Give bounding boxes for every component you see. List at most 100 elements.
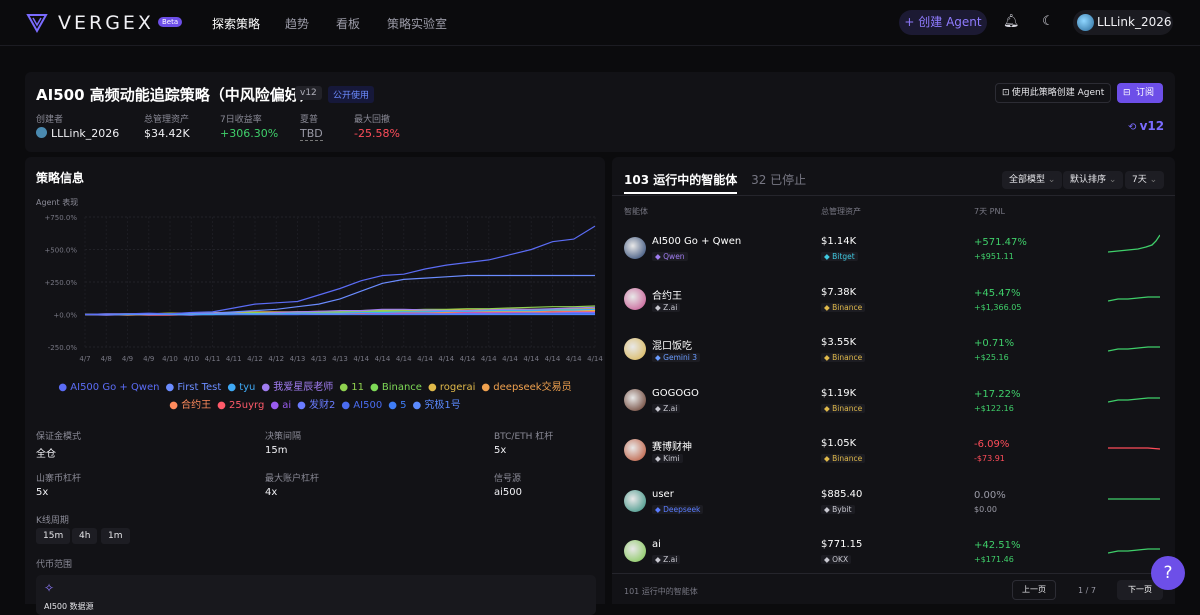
legend-item[interactable]: ● 究极1号 xyxy=(412,400,460,411)
column-header-pnl: 7天 PNL xyxy=(974,207,1005,216)
agent-row[interactable]: 混口饭吃 ◆ Gemini 3 $3.55K ◆ Binance +0.71% +$25.… xyxy=(612,331,1175,381)
pnl-value: $0.00 xyxy=(974,504,997,514)
legend-item[interactable]: ● AI500 Go + Qwen xyxy=(58,382,159,393)
username: LLLink_2026 xyxy=(1097,15,1172,29)
y-tick-label: +750.0% xyxy=(44,214,77,222)
meta-value-7d-return: +306.30% xyxy=(220,127,279,140)
use-strategy-create-agent-button[interactable]: ⊡ 使用此策略创建 Agent xyxy=(995,83,1111,103)
tab-running[interactable]: 103 运行中的智能体 xyxy=(624,173,738,194)
exchange-badge: ◆ Binance xyxy=(821,403,866,413)
help-button[interactable]: ? xyxy=(1151,556,1185,590)
legend-item[interactable]: ● tyu xyxy=(227,382,255,393)
agent-tabs: 103 运行中的智能体 32 已停止 xyxy=(624,171,806,194)
legend-item[interactable]: ● deepseek交易员 xyxy=(481,382,571,393)
agent-name[interactable]: AI500 Go + Qwen xyxy=(652,236,741,247)
config-label-signal-source: 信号源 xyxy=(494,474,522,484)
create-agent-button[interactable]: + 创建 Agent xyxy=(899,10,987,35)
pnl-sparkline xyxy=(1108,447,1160,450)
agent-aum: $3.55K xyxy=(821,337,857,348)
agent-performance-chart[interactable]: +750.0% +500.0% +250.0% +0.0% -250.0%4/7 4/8 4… xyxy=(25,207,605,377)
kline-chip-1m[interactable]: 1m xyxy=(101,528,130,544)
legend-item[interactable]: ● rogerai xyxy=(428,382,475,393)
agent-row[interactable]: 赛博财神 ◆ Kimi $1.05K ◆ Binance -6.09% -$73.91 xyxy=(612,432,1175,482)
meta-label-aum: 总管理资产 xyxy=(144,115,190,125)
sparkline-path xyxy=(1108,548,1160,554)
kline-chip-4h[interactable]: 4h xyxy=(72,528,98,544)
meta-value-aum: $34.42K xyxy=(144,127,190,140)
meta-label-max-drawdown: 最大回撤 xyxy=(354,115,391,125)
pnl-value: +$122.16 xyxy=(974,403,1014,413)
token-item: AI500 数据源 xyxy=(44,602,94,611)
legend-item[interactable]: ● AI500 xyxy=(341,400,382,411)
nav-trends[interactable]: 趋势 xyxy=(285,15,309,32)
legend-item[interactable]: ● Binance xyxy=(370,382,422,393)
model-name: Qwen xyxy=(663,252,685,261)
x-tick-label: 4/14 xyxy=(353,355,369,363)
model-badge: ◆ Gemini 3 xyxy=(652,353,700,362)
nav-dashboard[interactable]: 看板 xyxy=(336,15,360,32)
history-icon: ⟲ xyxy=(1128,122,1140,133)
meta-value-creator[interactable]: LLLink_2026 xyxy=(36,127,119,140)
brand-name[interactable]: VERGEX xyxy=(58,12,154,34)
legend-item[interactable]: ● 5 xyxy=(388,400,406,411)
chevron-down-icon: ⌄ xyxy=(1149,175,1158,185)
bell-icon[interactable]: 🔔︎ xyxy=(1003,14,1020,30)
model-name: Deepseek xyxy=(663,504,701,514)
pnl-value: -$73.91 xyxy=(974,454,1005,463)
legend-item[interactable]: ● 发财2 xyxy=(297,400,335,411)
legend-item[interactable]: ● 11 xyxy=(339,382,364,393)
agent-name[interactable]: 赛博财神 xyxy=(652,438,692,453)
model-name: Kimi xyxy=(663,454,680,463)
tab-stopped[interactable]: 32 已停止 xyxy=(751,173,806,187)
x-tick-label: 4/13 xyxy=(290,355,306,363)
agent-row[interactable]: user ◆ Deepseek $885.40 ◆ Bybit 0.00% $0.00 xyxy=(612,483,1175,533)
x-tick-label: 4/9 xyxy=(122,355,133,363)
kline-label: K线周期 xyxy=(36,516,69,526)
pnl-sparkline xyxy=(1108,396,1160,403)
vergex-logo-icon[interactable] xyxy=(26,12,48,34)
agent-row[interactable]: AI500 Go + Qwen ◆ Qwen $1.14K ◆ Bitget +571.… xyxy=(612,230,1175,280)
model-badge: ◆ Z.ai xyxy=(652,302,681,312)
agent-avatar xyxy=(624,338,646,360)
token-range-box: ✧ AI500 数据源 xyxy=(36,575,596,615)
config-value-interval: 15m xyxy=(265,445,288,456)
creator-name: LLLink_2026 xyxy=(51,127,120,140)
legend-item[interactable]: ● 我爱星辰老师 xyxy=(261,382,333,393)
subscribe-button[interactable]: ⊟ 订阅 xyxy=(1117,83,1163,103)
meta-label-7d-return: 7日收益率 xyxy=(220,115,262,125)
moon-icon[interactable]: ☾ xyxy=(1040,14,1056,30)
agent-row[interactable]: GOGOGO ◆ Z.ai $1.19K ◆ Binance +17.22% +$122.… xyxy=(612,382,1175,432)
agent-avatar xyxy=(624,489,646,512)
agent-name[interactable]: 合约王 xyxy=(652,287,682,302)
exchange-badge: ◆ Binance xyxy=(821,302,866,312)
pnl-percent: +42.51% xyxy=(974,540,1021,551)
agent-name[interactable]: 混口饭吃 xyxy=(652,337,692,352)
x-tick-label: 4/14 xyxy=(502,355,518,363)
pnl-percent: +45.47% xyxy=(974,287,1021,299)
legend-item[interactable]: ● First Test xyxy=(165,382,221,393)
legend-item[interactable]: ● ai xyxy=(270,400,291,411)
pnl-percent: +17.22% xyxy=(974,388,1021,400)
agent-row[interactable]: 合约王 ◆ Z.ai $7.38K ◆ Binance +45.47% +$1,366.0… xyxy=(612,281,1175,331)
nav-strategy-lab[interactable]: 策略实验室 xyxy=(387,15,447,32)
agent-name[interactable]: GOGOGO xyxy=(652,388,699,399)
agent-name[interactable]: user xyxy=(652,489,674,500)
chevron-down-icon: ⌄ xyxy=(1047,175,1056,185)
x-tick-label: 4/14 xyxy=(375,355,391,363)
kline-chip-15m[interactable]: 15m xyxy=(36,528,71,544)
legend-item[interactable]: ● 合约王 xyxy=(169,400,211,411)
model-filter-label: 全部模型 xyxy=(1009,175,1046,185)
model-filter-dropdown[interactable]: 全部模型 ⌄ xyxy=(1002,171,1063,189)
prev-page-button[interactable]: 上一页 xyxy=(1012,580,1056,600)
legend-item[interactable]: ● 25uyrg xyxy=(217,400,264,411)
period-dropdown[interactable]: 7天 ⌄ xyxy=(1125,171,1165,189)
agent-avatar xyxy=(624,388,646,411)
sparkline-path xyxy=(1108,447,1160,450)
nav-explore-strategies[interactable]: 探索策略 xyxy=(212,15,260,32)
sort-dropdown[interactable]: 默认排序 ⌄ xyxy=(1063,171,1124,189)
version-history[interactable]: ⟲ v12 xyxy=(1128,119,1164,133)
agent-name[interactable]: ai xyxy=(652,539,661,550)
beta-badge: Beta xyxy=(158,17,183,27)
exchange-name: Binance xyxy=(832,454,863,463)
user-menu[interactable]: LLLink_2026 xyxy=(1073,10,1173,35)
